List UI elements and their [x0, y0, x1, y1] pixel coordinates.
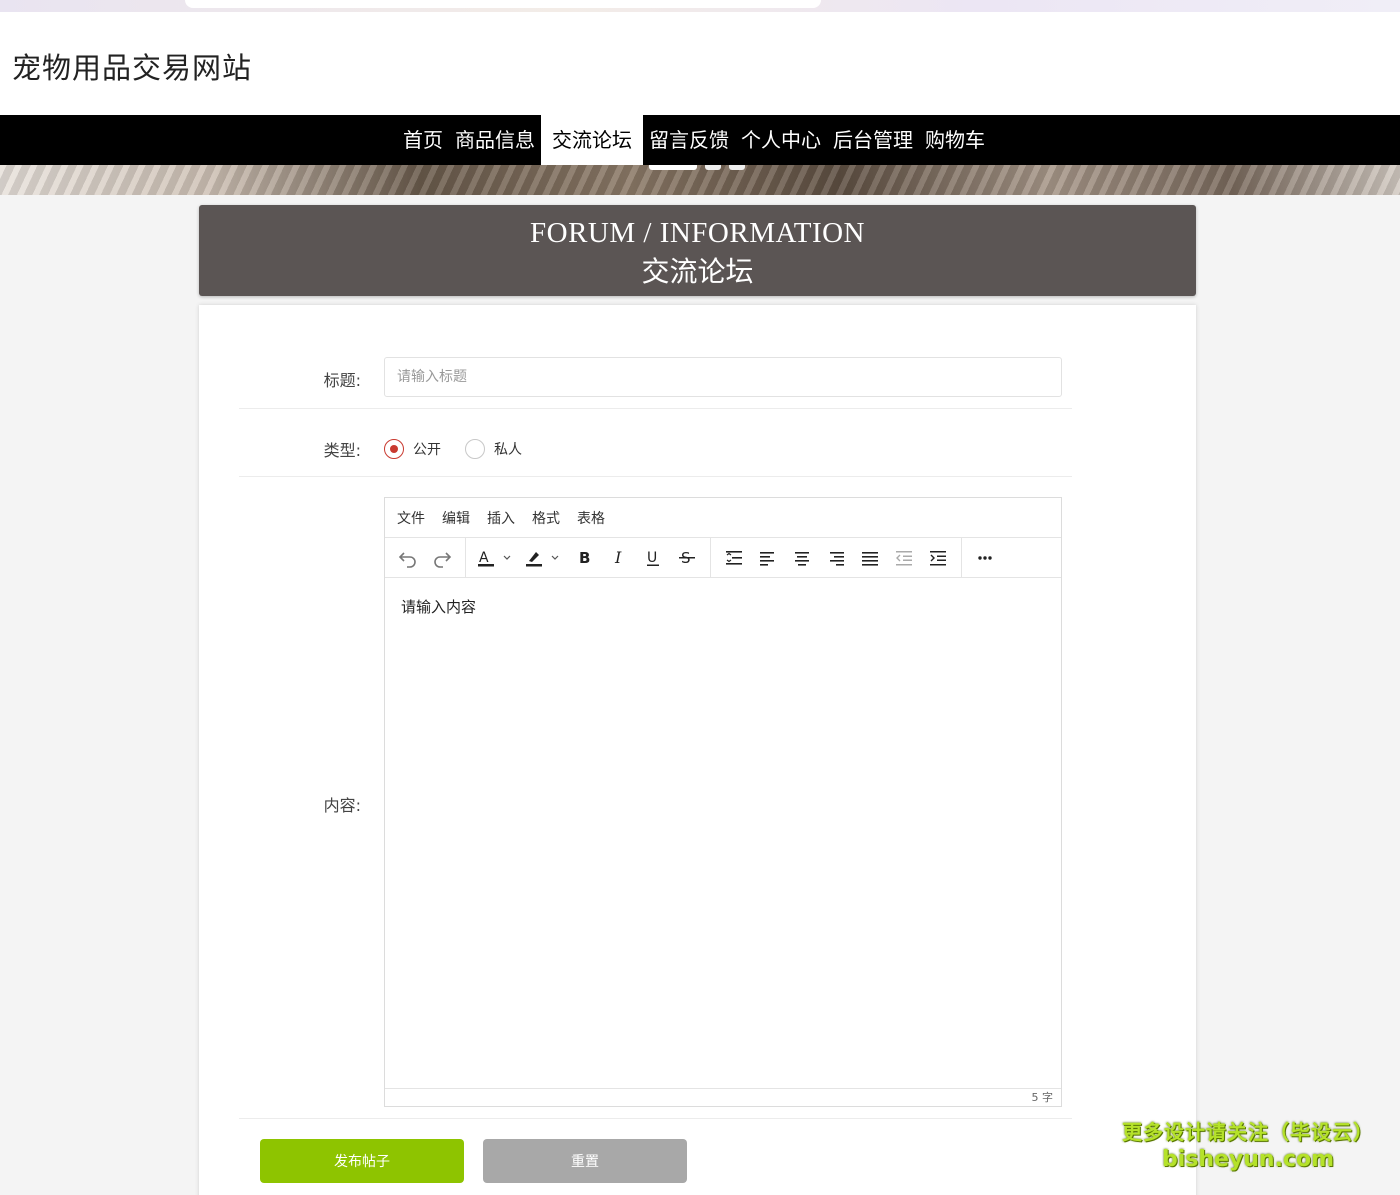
text-color-icon[interactable]: A: [472, 542, 520, 574]
section-header: FORUM / INFORMATION 交流论坛: [199, 205, 1196, 296]
undo-icon[interactable]: [391, 542, 425, 574]
line-height-icon[interactable]: [717, 542, 751, 574]
align-right-icon[interactable]: [819, 542, 853, 574]
title-input[interactable]: [384, 357, 1062, 397]
radio-public[interactable]: 公开: [384, 439, 441, 459]
menu-insert[interactable]: 插入: [487, 508, 515, 528]
redo-icon[interactable]: [425, 542, 459, 574]
svg-text:U: U: [647, 550, 657, 566]
editor-content-area[interactable]: 请输入内容: [385, 579, 1061, 1089]
site-title: 宠物用品交易网站: [12, 51, 253, 85]
toolbar-group-history: [385, 537, 466, 578]
align-center-icon[interactable]: [785, 542, 819, 574]
radio-public-circle[interactable]: [384, 439, 404, 459]
svg-text:A: A: [479, 550, 489, 566]
nav-item-feedback[interactable]: 留言反馈: [643, 115, 735, 165]
nav-item-user-center[interactable]: 个人中心: [735, 115, 827, 165]
watermark-line2: bisheyun.com: [1161, 1147, 1335, 1172]
svg-text:I: I: [614, 548, 622, 567]
divider: [239, 408, 1072, 409]
underline-icon[interactable]: U: [636, 542, 670, 574]
toolbar-group-align: [711, 537, 962, 578]
menu-edit[interactable]: 编辑: [442, 508, 470, 528]
type-radio-group: 公开 私人: [384, 439, 546, 459]
content-label: 内容:: [323, 796, 361, 815]
section-title-cn: 交流论坛: [641, 255, 754, 288]
radio-public-label: 公开: [413, 442, 441, 458]
char-count: 5 字: [1031, 1091, 1054, 1104]
editor-toolbar: A B I U S: [385, 537, 1061, 578]
outdent-icon[interactable]: [887, 542, 921, 574]
nav-items: 首页 商品信息 交流论坛 留言反馈 个人中心 后台管理 购物车: [397, 115, 991, 165]
strikethrough-icon[interactable]: S: [670, 542, 704, 574]
editor-menubar: 文件 编辑 插入 格式 表格: [385, 498, 1061, 538]
editor-statusbar: 5 字: [385, 1088, 1061, 1106]
submit-post-button[interactable]: 发布帖子: [260, 1139, 464, 1183]
radio-private-circle[interactable]: [465, 439, 485, 459]
indent-icon[interactable]: [921, 542, 955, 574]
bold-icon[interactable]: B: [568, 542, 602, 574]
site-header: 宠物用品交易网站: [0, 12, 1400, 115]
nav-item-admin[interactable]: 后台管理: [827, 115, 919, 165]
carousel-indicators: [649, 165, 745, 170]
carousel-dot-2[interactable]: [705, 165, 721, 170]
radio-private[interactable]: 私人: [465, 439, 522, 459]
nav-item-home[interactable]: 首页: [397, 115, 449, 165]
nav-item-forum[interactable]: 交流论坛: [541, 115, 643, 165]
menu-file[interactable]: 文件: [397, 508, 425, 528]
svg-text:B: B: [579, 549, 590, 567]
section-title-en: FORUM / INFORMATION: [530, 217, 865, 249]
rich-text-editor: 文件 编辑 插入 格式 表格 A B I U S 请输入内容 5 字: [384, 497, 1062, 1107]
more-icon[interactable]: [968, 542, 1002, 574]
browser-address-bar-edge: [185, 0, 821, 8]
divider: [239, 476, 1072, 477]
nav-item-products[interactable]: 商品信息: [449, 115, 541, 165]
divider: [239, 1118, 1072, 1119]
watermark: 更多设计请关注（毕设云） bisheyun.com: [1118, 1118, 1378, 1174]
watermark-line1: 更多设计请关注（毕设云）: [1122, 1120, 1374, 1144]
editor-placeholder-text: 请输入内容: [401, 598, 477, 616]
toolbar-group-format: A B I U S: [466, 537, 711, 578]
radio-private-label: 私人: [494, 442, 522, 458]
carousel-dot-1[interactable]: [649, 165, 697, 170]
title-label: 标题:: [323, 371, 361, 390]
carousel-dot-3[interactable]: [729, 165, 745, 170]
menu-table[interactable]: 表格: [577, 508, 605, 528]
italic-icon[interactable]: I: [602, 542, 636, 574]
reset-button[interactable]: 重置: [483, 1139, 687, 1183]
highlight-color-icon[interactable]: [520, 542, 568, 574]
menu-format[interactable]: 格式: [532, 508, 560, 528]
toolbar-group-more: [962, 538, 1008, 578]
forum-post-form: 标题: 类型: 公开 私人 内容: 文件 编辑 插入 格式 表格: [199, 305, 1196, 1195]
type-label: 类型:: [323, 441, 361, 460]
align-left-icon[interactable]: [751, 542, 785, 574]
main-nav: 首页 商品信息 交流论坛 留言反馈 个人中心 后台管理 购物车: [0, 115, 1400, 165]
nav-item-cart[interactable]: 购物车: [919, 115, 991, 165]
browser-top-strip: [0, 0, 1400, 12]
align-justify-icon[interactable]: [853, 542, 887, 574]
